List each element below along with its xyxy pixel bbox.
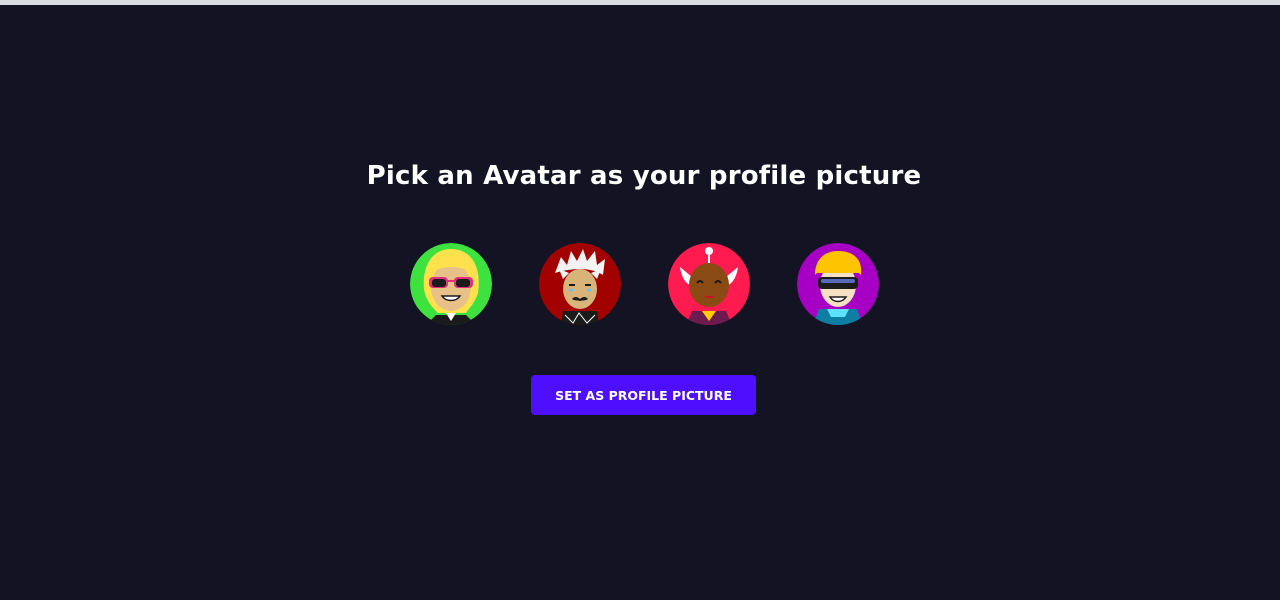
avatar-option-4[interactable] xyxy=(797,243,879,325)
avatar-option-2[interactable] xyxy=(539,243,621,325)
page-title: Pick an Avatar as your profile picture xyxy=(366,161,922,191)
avatar-list xyxy=(410,243,890,325)
avatar-picker-page: Pick an Avatar as your profile picture S… xyxy=(0,5,1280,600)
white-hair-avatar-icon xyxy=(539,243,621,325)
avatar-option-3[interactable] xyxy=(668,243,750,325)
blonde-sunglasses-avatar-icon xyxy=(410,243,492,325)
visor-avatar-icon xyxy=(797,243,879,325)
avatar-option-1[interactable] xyxy=(410,243,492,325)
set-profile-picture-button[interactable]: Set as Profile Picture xyxy=(531,375,756,415)
horned-avatar-icon xyxy=(668,243,750,325)
